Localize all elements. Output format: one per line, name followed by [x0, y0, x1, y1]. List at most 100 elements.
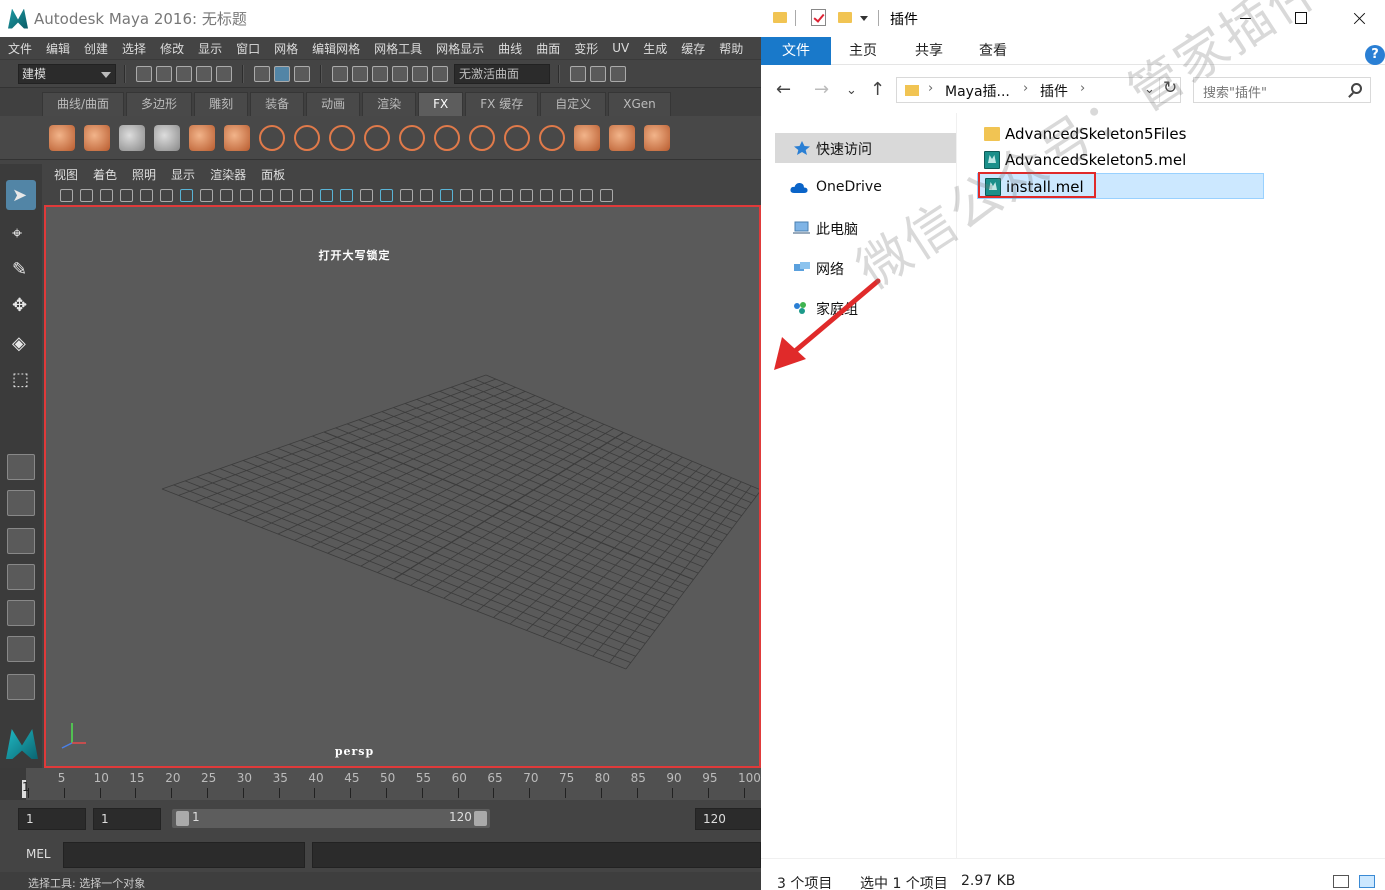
- time-ruler[interactable]: 5 10 15 20 25 30 35 40 45 50 55 60 65 70 75 80 85 90 95 100: [26, 768, 761, 800]
- viewport-menu-item[interactable]: 显示: [171, 166, 195, 183]
- shelf-tab[interactable]: 动画: [306, 92, 361, 116]
- shelf-tab[interactable]: FX 缓存: [465, 92, 539, 116]
- safe-title-icon[interactable]: [299, 189, 313, 202]
- menu-item[interactable]: 窗口: [228, 40, 266, 57]
- depth-of-field-icon[interactable]: [499, 189, 513, 202]
- anti-aliasing-icon[interactable]: [479, 189, 493, 202]
- save-scene-icon[interactable]: [176, 65, 192, 82]
- sidebar-item-homegroup[interactable]: 家庭组: [761, 293, 957, 323]
- shelf-tab[interactable]: 多边形: [126, 92, 193, 116]
- layout-two-stack-button[interactable]: [7, 564, 35, 590]
- viewport-menu-item[interactable]: 照明: [132, 166, 156, 183]
- menu-item[interactable]: 生成: [635, 40, 673, 57]
- shelf-tab[interactable]: 曲线/曲面: [42, 92, 125, 116]
- viewport-menu-item[interactable]: 面板: [261, 166, 285, 183]
- move-tool[interactable]: ✥: [6, 290, 36, 320]
- animation-start-field[interactable]: 1: [18, 808, 86, 830]
- field-air-icon[interactable]: [258, 124, 285, 151]
- bifrost-icon[interactable]: [608, 124, 635, 151]
- snap-live-icon[interactable]: [412, 65, 428, 82]
- ocean-icon[interactable]: [153, 124, 180, 151]
- forward-arrow-icon[interactable]: →: [814, 79, 829, 100]
- ribbon-tab-home[interactable]: 主页: [841, 37, 885, 65]
- playback-start-field[interactable]: 1: [93, 808, 161, 830]
- field-chart-icon[interactable]: [259, 189, 273, 202]
- smooth-shade-icon[interactable]: [339, 189, 353, 202]
- viewport-menu-item[interactable]: 渲染器: [210, 166, 246, 183]
- open-scene-icon[interactable]: [156, 65, 172, 82]
- menu-item[interactable]: 缓存: [673, 40, 711, 57]
- chevron-right-icon[interactable]: ›: [1080, 81, 1085, 96]
- particle-emitter-icon[interactable]: [48, 124, 75, 151]
- address-bar[interactable]: › Maya插... › 插件 › ⌄: [896, 77, 1181, 103]
- ncloth-icon[interactable]: [188, 124, 215, 151]
- help-icon[interactable]: ?: [1365, 45, 1385, 65]
- minimize-button[interactable]: [1222, 0, 1268, 37]
- shelf-tab[interactable]: 装备: [250, 92, 305, 116]
- image-plane-icon[interactable]: [119, 189, 133, 202]
- render-view-icon[interactable]: [570, 65, 586, 82]
- close-button[interactable]: [1336, 0, 1382, 37]
- breadcrumb-plugins[interactable]: 插件: [1040, 81, 1068, 101]
- menu-item[interactable]: 网格显示: [428, 40, 490, 57]
- shelf-tab[interactable]: 自定义: [540, 92, 607, 116]
- shelf-tab[interactable]: 渲染: [362, 92, 417, 116]
- snap-point-icon[interactable]: [372, 65, 388, 82]
- wireframe-icon[interactable]: [319, 189, 333, 202]
- live-surface-field[interactable]: 无激活曲面: [454, 63, 550, 84]
- select-tool[interactable]: ➤: [6, 180, 36, 210]
- viewport-menu-item[interactable]: 视图: [54, 166, 78, 183]
- fluid-container-icon[interactable]: [118, 124, 145, 151]
- refresh-button[interactable]: [1159, 78, 1181, 102]
- file-item-folder[interactable]: AdvancedSkeleton5Files: [977, 121, 1197, 147]
- viewport-menu-item[interactable]: 着色: [93, 166, 117, 183]
- ipr-render-icon[interactable]: [610, 65, 626, 82]
- scale-tool[interactable]: ⬚: [6, 364, 36, 394]
- sidebar-item-network[interactable]: 网络: [761, 253, 957, 283]
- xray-icon[interactable]: [539, 189, 553, 202]
- camera-select-icon[interactable]: [59, 189, 73, 202]
- motion-blur-icon[interactable]: [459, 189, 473, 202]
- command-language-label[interactable]: MEL: [26, 847, 51, 861]
- chevron-down-icon[interactable]: ⌄: [1144, 82, 1155, 97]
- customize-quick-access-icon[interactable]: [860, 16, 868, 21]
- field-drag-icon[interactable]: [293, 124, 320, 151]
- gamma-icon[interactable]: [599, 189, 613, 202]
- use-all-lights-icon[interactable]: [399, 189, 413, 202]
- command-input[interactable]: [63, 842, 305, 868]
- range-bar[interactable]: 1 120: [172, 809, 490, 828]
- shadows-icon[interactable]: [419, 189, 433, 202]
- sidebar-item-this-pc[interactable]: 此电脑: [761, 213, 957, 243]
- ribbon-tab-file[interactable]: 文件: [761, 37, 831, 65]
- ribbon-tab-share[interactable]: 共享: [907, 37, 951, 65]
- up-arrow-icon[interactable]: ↑: [870, 79, 885, 100]
- snap-curve-icon[interactable]: [352, 65, 368, 82]
- shelf-tab[interactable]: FX: [418, 92, 464, 116]
- menu-set-select[interactable]: 建模: [18, 63, 116, 84]
- gate-mask-icon[interactable]: [239, 189, 253, 202]
- menu-item[interactable]: 修改: [152, 40, 190, 57]
- xray-joints-icon[interactable]: [559, 189, 573, 202]
- properties-icon[interactable]: [811, 9, 826, 26]
- sidebar-item-onedrive[interactable]: OneDrive: [761, 173, 957, 203]
- chevron-right-icon[interactable]: ›: [928, 81, 933, 96]
- menu-item[interactable]: 网格工具: [366, 40, 428, 57]
- field-uniform-icon[interactable]: [468, 124, 495, 151]
- grease-pencil-icon[interactable]: [159, 189, 173, 202]
- time-slider[interactable]: 5 10 15 20 25 30 35 40 45 50 55 60 65 70 75 80 85 90 95 100…: [0, 768, 761, 800]
- layout-persp-graph-button[interactable]: [7, 636, 35, 662]
- perspective-viewport[interactable]: 打开大写锁定 persp: [44, 205, 761, 768]
- resolution-gate-icon[interactable]: [219, 189, 233, 202]
- menu-item[interactable]: UV: [604, 41, 635, 55]
- animation-end-field[interactable]: 120: [695, 808, 761, 830]
- range-end-handle[interactable]: [474, 811, 487, 826]
- grid-toggle-icon[interactable]: [179, 189, 193, 202]
- chevron-right-icon[interactable]: ›: [1023, 81, 1028, 96]
- layout-two-side-button[interactable]: [7, 528, 35, 554]
- redo-icon[interactable]: [216, 65, 232, 82]
- select-hierarchy-icon[interactable]: [254, 65, 270, 82]
- undo-icon[interactable]: [196, 65, 212, 82]
- menu-item[interactable]: 创建: [76, 40, 114, 57]
- details-view-icon[interactable]: [1333, 875, 1349, 888]
- large-icons-view-icon[interactable]: [1359, 875, 1375, 888]
